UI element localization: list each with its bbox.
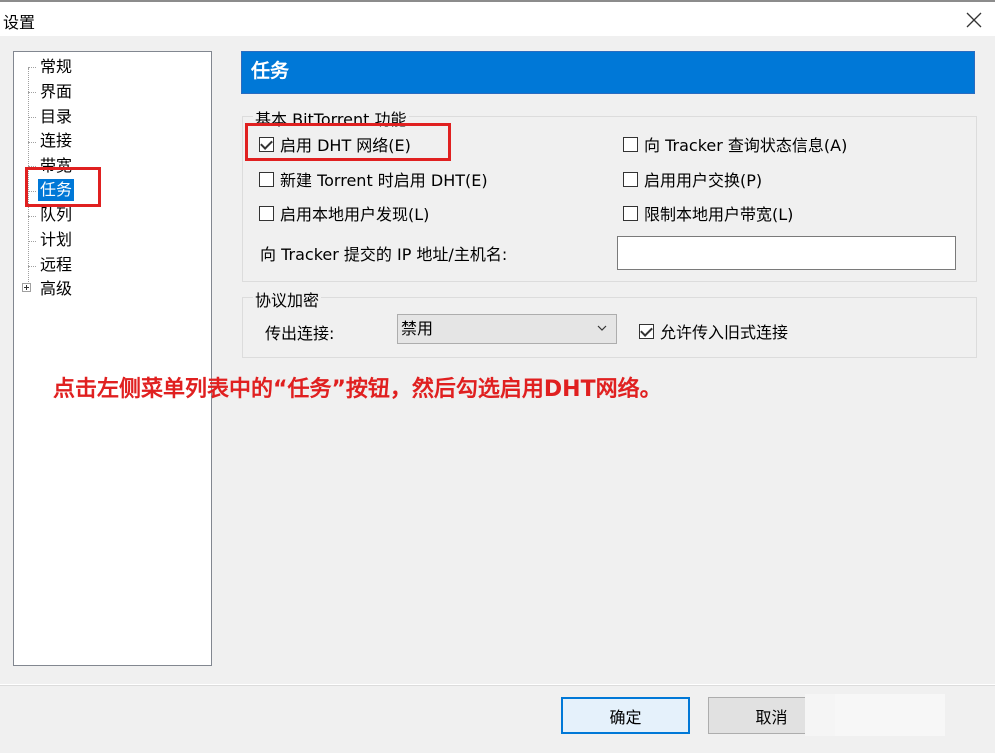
window-title: 设置 [3, 13, 36, 32]
tracker-ip-input[interactable] [617, 236, 956, 270]
title-bar: 设置 [0, 2, 995, 36]
tracker-ip-label: 向 Tracker 提交的 IP 地址/主机名: [260, 245, 508, 264]
tree-connector [28, 117, 36, 118]
peer-exchange-option[interactable]: 启用用户交换(P) [623, 168, 762, 190]
new-torrent-dht-checkbox[interactable] [259, 171, 274, 187]
local-peer-discovery-option[interactable]: 启用本地用户发现(L) [259, 202, 429, 224]
highlight-box-tasks [25, 167, 101, 207]
tree-connector [28, 266, 36, 267]
expand-plus-icon[interactable] [22, 283, 31, 292]
watermark-blur [805, 694, 835, 736]
new-torrent-dht-label: 新建 Torrent 时启用 DHT(E) [280, 171, 488, 190]
tree-connector [28, 92, 36, 93]
limit-local-bandwidth-checkbox[interactable] [623, 205, 638, 221]
tree-connector [28, 67, 36, 68]
peer-exchange-label: 启用用户交换(P) [644, 171, 763, 190]
tree-connector [28, 241, 36, 242]
chevron-down-icon [597, 325, 607, 331]
encryption-group-title: 协议加密 [253, 287, 322, 311]
outgoing-connection-value: 禁用 [401, 319, 434, 338]
outgoing-connection-label: 传出连接: [265, 324, 335, 343]
allow-legacy-checkbox[interactable] [639, 323, 654, 339]
limit-local-bandwidth-label: 限制本地用户带宽(L) [644, 205, 794, 224]
highlight-box-dht [245, 123, 451, 161]
close-icon [966, 12, 982, 28]
local-peer-discovery-checkbox[interactable] [259, 205, 274, 221]
ok-button[interactable]: 确定 [561, 697, 690, 734]
sidebar-item-interface[interactable]: 界面 [38, 81, 74, 103]
allow-legacy-label: 允许传入旧式连接 [660, 323, 789, 342]
sidebar-item-queue[interactable]: 队列 [38, 204, 74, 226]
sidebar-item-advanced[interactable]: 高级 [38, 278, 74, 300]
sidebar-item-connection[interactable]: 连接 [38, 130, 74, 152]
instruction-annotation: 点击左侧菜单列表中的“任务”按钮，然后勾选启用DHT网络。 [53, 377, 662, 402]
settings-tree[interactable]: 常规 界面 目录 连接 带宽 任务 队列 计划 远程 高级 [13, 51, 212, 666]
sidebar-item-remote[interactable]: 远程 [38, 254, 74, 276]
tracker-scrape-checkbox[interactable] [623, 136, 638, 152]
limit-local-bandwidth-option[interactable]: 限制本地用户带宽(L) [623, 202, 793, 224]
tree-connector [28, 142, 36, 143]
local-peer-discovery-label: 启用本地用户发现(L) [280, 205, 430, 224]
new-torrent-dht-option[interactable]: 新建 Torrent 时启用 DHT(E) [259, 168, 488, 190]
tracker-scrape-option[interactable]: 向 Tracker 查询状态信息(A) [623, 133, 847, 155]
outgoing-connection-select[interactable]: 禁用 [397, 314, 617, 344]
watermark-blur [835, 694, 945, 736]
peer-exchange-checkbox[interactable] [623, 171, 638, 187]
allow-legacy-option[interactable]: 允许传入旧式连接 [639, 320, 788, 342]
tracker-scrape-label: 向 Tracker 查询状态信息(A) [644, 136, 848, 155]
tree-connector [28, 216, 36, 217]
page-title: 任务 [241, 51, 975, 94]
sidebar-item-directory[interactable]: 目录 [38, 106, 74, 128]
close-button[interactable] [959, 6, 989, 34]
sidebar-item-general[interactable]: 常规 [38, 56, 74, 78]
sidebar-item-schedule[interactable]: 计划 [38, 229, 74, 251]
